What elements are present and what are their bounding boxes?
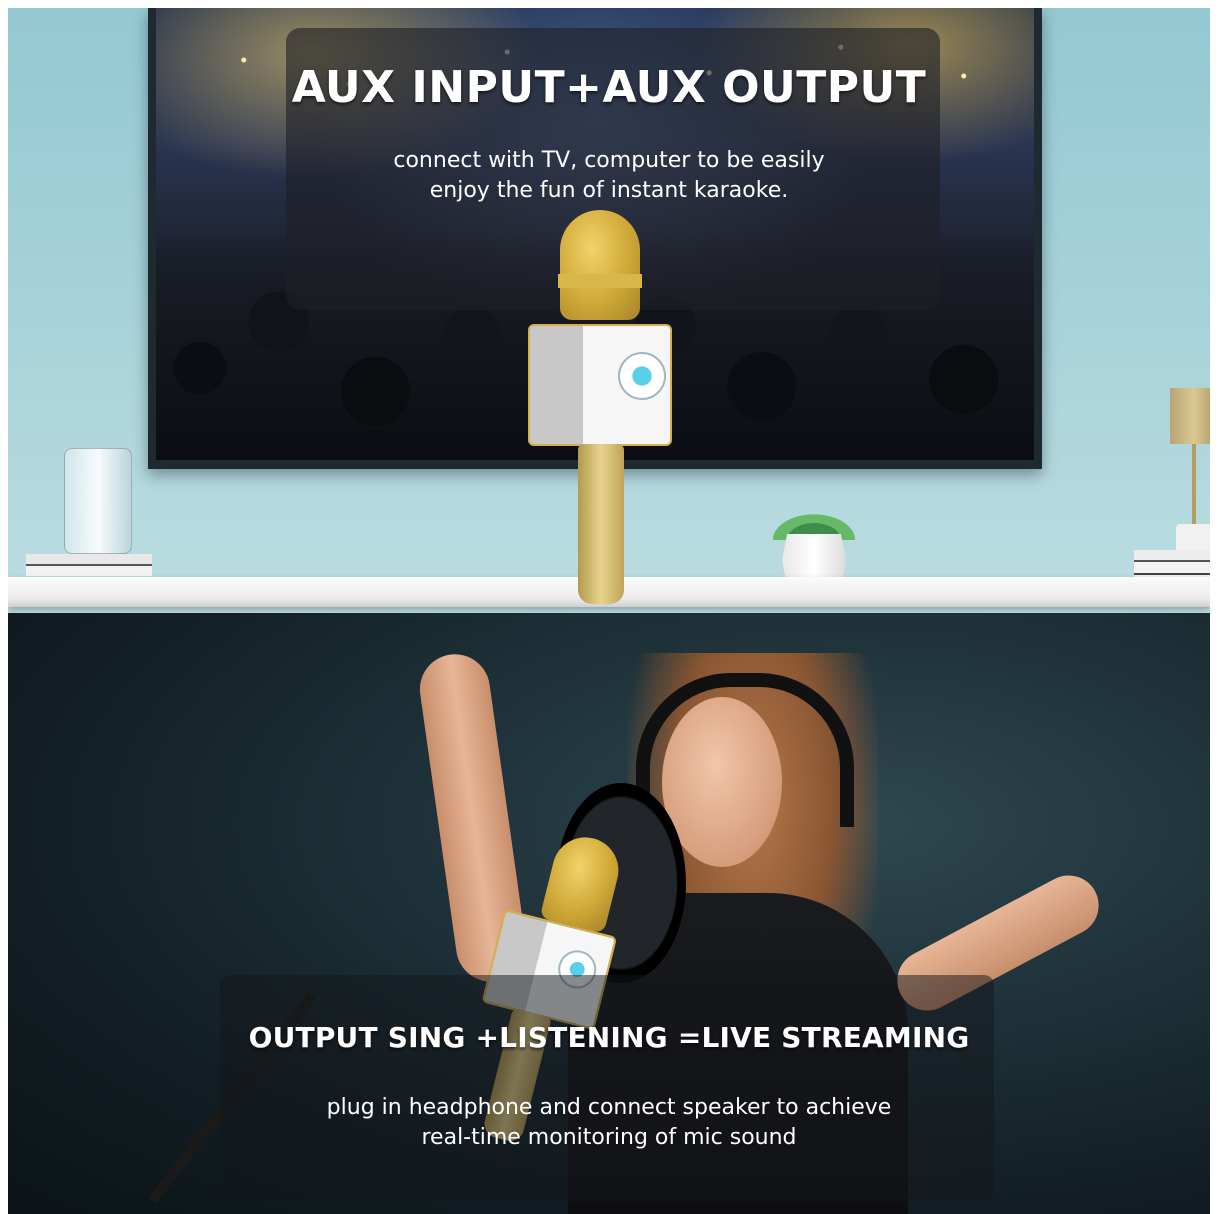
mic-grille: [539, 830, 626, 934]
bottom-subtitle-line-2: real-time monitoring of mic sound: [421, 1125, 797, 1150]
lamp-pole: [1192, 444, 1196, 528]
tv-karaoke-scene: AUX INPUT+AUX OUTPUT connect with TV, co…: [8, 8, 1210, 613]
books-stack-left: [26, 554, 152, 576]
microphone-icon: [524, 210, 674, 610]
lamp-shade: [1170, 388, 1210, 444]
mic-ring: [558, 274, 642, 288]
glass-vase-decor: [64, 448, 132, 554]
mic-control-dial: [618, 352, 666, 400]
bottom-title: OUTPUT SING +LISTENING =LIVE STREAMING: [248, 1021, 970, 1054]
product-image: AUX INPUT+AUX OUTPUT connect with TV, co…: [0, 0, 1218, 1214]
studio-singing-scene: OUTPUT SING +LISTENING =LIVE STREAMING p…: [8, 613, 1210, 1214]
mic-handle: [578, 444, 624, 604]
bottom-subtitle: plug in headphone and connect speaker to…: [8, 1093, 1210, 1153]
top-subtitle-line-1: connect with TV, computer to be easily: [393, 148, 825, 173]
top-subtitle-line-2: enjoy the fun of instant karaoke.: [429, 178, 789, 203]
mic-grille: [560, 210, 640, 320]
top-title: AUX INPUT+AUX OUTPUT: [291, 62, 927, 113]
bottom-text-box: [220, 975, 994, 1201]
top-subtitle: connect with TV, computer to be easily e…: [8, 146, 1210, 206]
bottom-subtitle-line-1: plug in headphone and connect speaker to…: [326, 1095, 892, 1120]
headphones-icon: [636, 673, 854, 827]
